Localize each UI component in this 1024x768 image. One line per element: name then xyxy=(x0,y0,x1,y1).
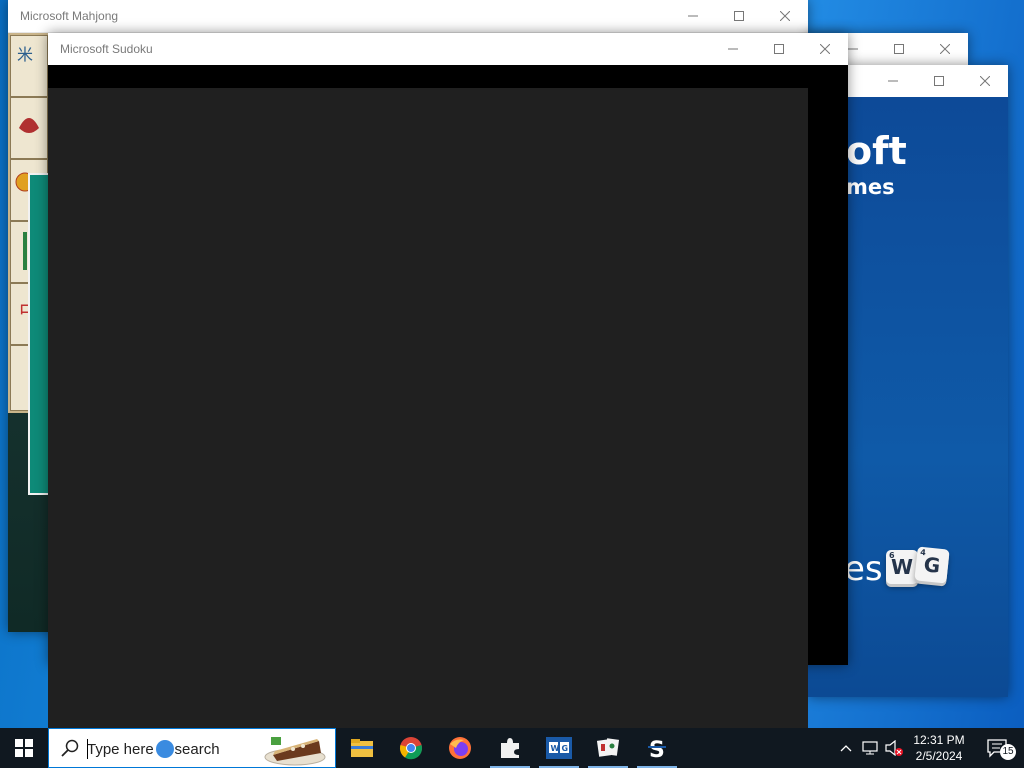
search-icon xyxy=(61,739,79,757)
sudoku-titlebar[interactable]: Microsoft Sudoku xyxy=(48,33,848,66)
svg-text:G: G xyxy=(562,744,569,753)
clock-time: 12:31 PM xyxy=(913,733,965,747)
minimize-icon xyxy=(688,15,698,17)
taskbar-chrome[interactable] xyxy=(387,728,435,768)
windows-logo-icon xyxy=(15,739,33,757)
taskbar: Type here to search W G S 12:31 PM 2/5/2… xyxy=(0,728,1024,768)
close-icon xyxy=(780,11,790,21)
close-icon xyxy=(940,44,950,54)
word-game-close-button[interactable] xyxy=(962,65,1008,97)
sudoku-close-button[interactable] xyxy=(802,33,848,65)
network-button[interactable] xyxy=(858,728,882,768)
sudoku-loading-panel xyxy=(48,88,808,728)
minimize-icon xyxy=(888,80,898,82)
letter-tile-points: 6 xyxy=(889,551,895,560)
background-close-button[interactable] xyxy=(922,33,968,65)
maximize-icon xyxy=(774,44,784,54)
folder-icon xyxy=(351,739,373,757)
word-tiles-icon: W G xyxy=(546,737,572,759)
taskbar-firefox[interactable] xyxy=(436,728,484,768)
chrome-icon xyxy=(399,737,423,760)
mahjong-maximize-button[interactable] xyxy=(716,0,762,32)
puzzle-icon xyxy=(501,738,519,758)
splash-brand-line2: mes xyxy=(846,175,895,199)
word-game-maximize-button[interactable] xyxy=(916,65,962,97)
splash-brand-line1: oft xyxy=(846,129,907,173)
text-caret xyxy=(87,739,88,759)
svg-text:S: S xyxy=(649,738,665,760)
mahjong-bird-icon xyxy=(19,118,39,133)
firefox-icon xyxy=(449,737,471,759)
start-button[interactable] xyxy=(0,728,48,768)
chevron-up-icon xyxy=(840,745,852,752)
mouse-cursor-icon xyxy=(156,740,174,758)
show-hidden-icons-button[interactable] xyxy=(834,728,858,768)
taskbar-jigsaw[interactable] xyxy=(486,728,534,768)
sudoku-window-title: Microsoft Sudoku xyxy=(60,42,153,56)
pie-promo-icon xyxy=(264,737,326,766)
mahjong-titlebar[interactable]: Microsoft Mahjong xyxy=(8,0,808,33)
mahjong-window-title: Microsoft Mahjong xyxy=(20,9,119,23)
maximize-icon xyxy=(934,76,944,86)
volume-muted-icon xyxy=(885,740,903,756)
sudoku-maximize-button[interactable] xyxy=(756,33,802,65)
splash-brand-line3: es xyxy=(844,549,883,589)
svg-text:W: W xyxy=(551,744,560,753)
network-icon xyxy=(862,741,878,755)
mahjong-close-button[interactable] xyxy=(762,0,808,32)
minimize-icon xyxy=(848,48,858,50)
sudoku-minimize-button[interactable] xyxy=(710,33,756,65)
mahjong-tile[interactable]: 米 xyxy=(10,35,48,97)
notification-center-button[interactable]: 15 xyxy=(980,728,1016,768)
sudoku-icon: S xyxy=(648,738,666,760)
letter-tile-points: 4 xyxy=(919,547,927,558)
close-icon xyxy=(980,76,990,86)
taskbar-word-game[interactable]: W G xyxy=(535,728,583,768)
search-placeholder: Type here to search xyxy=(87,741,220,758)
sudoku-content[interactable] xyxy=(48,65,848,728)
maximize-icon xyxy=(734,11,744,21)
letter-tile-g: G 4 xyxy=(914,546,950,584)
mahjong-icon xyxy=(596,738,620,757)
background-maximize-button[interactable] xyxy=(876,33,922,65)
taskbar-search-box[interactable]: Type here to search xyxy=(48,728,336,768)
mahjong-tile[interactable] xyxy=(10,97,48,159)
word-game-minimize-button[interactable] xyxy=(870,65,916,97)
taskbar-clock[interactable]: 12:31 PM 2/5/2024 xyxy=(902,732,976,764)
letter-tile-w: W 6 xyxy=(886,550,918,584)
taskbar-sudoku[interactable]: S xyxy=(633,728,681,768)
close-icon xyxy=(820,44,830,54)
mahjong-minimize-button[interactable] xyxy=(670,0,716,32)
mahjong-character-icon: 米 xyxy=(17,45,33,64)
clock-date: 2/5/2024 xyxy=(915,749,963,763)
maximize-icon xyxy=(894,44,904,54)
notification-badge: 15 xyxy=(1000,744,1016,760)
taskbar-file-explorer[interactable] xyxy=(338,728,386,768)
svg-text:米: 米 xyxy=(17,45,33,64)
minimize-icon xyxy=(728,48,738,50)
taskbar-mahjong[interactable] xyxy=(584,728,632,768)
sudoku-window[interactable]: Microsoft Sudoku xyxy=(48,33,848,728)
